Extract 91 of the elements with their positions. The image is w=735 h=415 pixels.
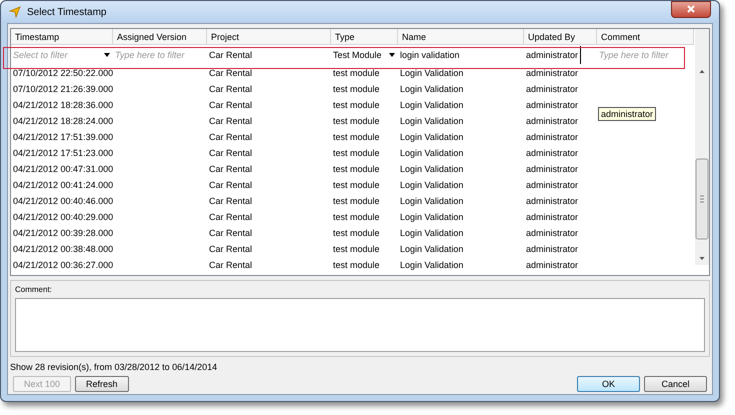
filter-field[interactable]: login validation <box>398 46 524 64</box>
table-cell: Login Validation <box>400 116 464 126</box>
column-header[interactable]: Updated By <box>524 29 597 45</box>
dialog-button[interactable]: OK <box>577 376 640 392</box>
table-cell: Car Rental <box>209 100 252 110</box>
dropdown-arrow-icon <box>104 53 110 57</box>
table-cell: 04/21/2012 18:28:36.000 <box>13 100 114 110</box>
dropdown-arrow-icon <box>389 53 395 57</box>
status-text: Show 28 revision(s), from 03/28/2012 to 06/14/2014 <box>10 362 218 372</box>
table-cell: Login Validation <box>400 132 464 142</box>
table-cell: Login Validation <box>400 260 464 270</box>
table-cell: administrator <box>526 244 578 254</box>
comment-label: Comment: <box>15 285 53 294</box>
filter-dropdown[interactable]: Test Module <box>331 46 398 64</box>
column-header[interactable]: Assigned Version <box>113 29 207 45</box>
table-cell: 04/21/2012 17:51:39.000 <box>13 132 114 142</box>
table-cell: Login Validation <box>400 212 464 222</box>
table-cell: administrator <box>526 196 578 206</box>
close-button[interactable] <box>671 0 711 18</box>
table-cell: administrator <box>526 148 578 158</box>
column-header[interactable]: Project <box>207 29 331 45</box>
table-cell: 04/21/2012 00:39:28.000 <box>13 228 114 238</box>
table-cell: test module <box>333 100 380 110</box>
table-cell: 07/10/2012 21:26:39.000 <box>13 84 114 94</box>
table-cell: administrator <box>526 228 578 238</box>
table-cell: test module <box>333 212 380 222</box>
table-cell: test module <box>333 164 380 174</box>
table-cell: test module <box>333 84 380 94</box>
table-cell: 04/21/2012 00:41:24.000 <box>13 180 114 190</box>
table-cell: administrator <box>526 164 578 174</box>
table-cell: administrator <box>526 100 578 110</box>
table-cell: administrator <box>526 132 578 142</box>
table-cell: Car Rental <box>209 116 252 126</box>
table-cell: Car Rental <box>209 260 252 270</box>
table-cell: 04/21/2012 00:47:31.000 <box>13 164 114 174</box>
table-cell: Login Validation <box>400 180 464 190</box>
table-cell: test module <box>333 132 380 142</box>
table-cell: administrator <box>526 84 578 94</box>
column-header[interactable]: Comment <box>597 29 694 45</box>
table-cell: Car Rental <box>209 68 252 78</box>
table-cell: Car Rental <box>209 164 252 174</box>
table-cell: Login Validation <box>400 244 464 254</box>
table-cell: test module <box>333 148 380 158</box>
table-cell: test module <box>333 260 380 270</box>
table-cell: Login Validation <box>400 164 464 174</box>
pointer-icon <box>9 6 21 18</box>
table-cell: 04/21/2012 00:40:46.000 <box>13 196 114 206</box>
table-cell: administrator <box>526 116 578 126</box>
filter-field[interactable]: Type here to filter <box>597 46 694 64</box>
scrollbar[interactable] <box>695 29 709 265</box>
filter-field[interactable]: Car Rental <box>207 46 331 64</box>
filter-field[interactable]: Type here to filter <box>113 46 207 64</box>
table-cell: Car Rental <box>209 196 252 206</box>
table-cell: test module <box>333 228 380 238</box>
table-cell: test module <box>333 180 380 190</box>
table-cell: Car Rental <box>209 84 252 94</box>
table-cell: Login Validation <box>400 100 464 110</box>
dialog-button[interactable]: Refresh <box>75 376 129 392</box>
table-cell: Car Rental <box>209 228 252 238</box>
table-cell: 04/21/2012 18:28:24.000 <box>13 116 114 126</box>
table-cell: test module <box>333 244 380 254</box>
table-cell: test module <box>333 68 380 78</box>
table-cell: 04/21/2012 00:36:27.000 <box>13 260 114 270</box>
table-cell: test module <box>333 116 380 126</box>
table-cell: 04/21/2012 17:51:23.000 <box>13 148 114 158</box>
table-cell: Car Rental <box>209 148 252 158</box>
table-cell: Login Validation <box>400 148 464 158</box>
table-cell: 04/21/2012 00:40:29.000 <box>13 212 114 222</box>
table-cell: administrator <box>526 68 578 78</box>
table-cell: Car Rental <box>209 132 252 142</box>
dialog-button[interactable]: Cancel <box>644 376 707 392</box>
table-cell: Car Rental <box>209 212 252 222</box>
table-cell: administrator <box>526 260 578 270</box>
comment-field[interactable] <box>15 298 705 352</box>
column-header[interactable]: Type <box>331 29 398 45</box>
table-cell: administrator <box>526 180 578 190</box>
table-cell: Login Validation <box>400 68 464 78</box>
table-cell: Car Rental <box>209 180 252 190</box>
table-cell: Login Validation <box>400 228 464 238</box>
column-header[interactable]: Timestamp <box>11 29 113 45</box>
table-cell: 07/10/2012 22:50:22.000 <box>13 68 114 78</box>
close-icon <box>686 5 696 13</box>
table-cell: administrator <box>526 212 578 222</box>
table-cell: 04/21/2012 00:38:48.000 <box>13 244 114 254</box>
table-cell: test module <box>333 196 380 206</box>
window-title: Select Timestamp <box>27 6 108 18</box>
table-cell: Login Validation <box>400 196 464 206</box>
tooltip: administrator <box>598 107 656 121</box>
table-cell: Car Rental <box>209 244 252 254</box>
column-header[interactable]: Name <box>398 29 524 45</box>
table-cell: Login Validation <box>400 84 464 94</box>
